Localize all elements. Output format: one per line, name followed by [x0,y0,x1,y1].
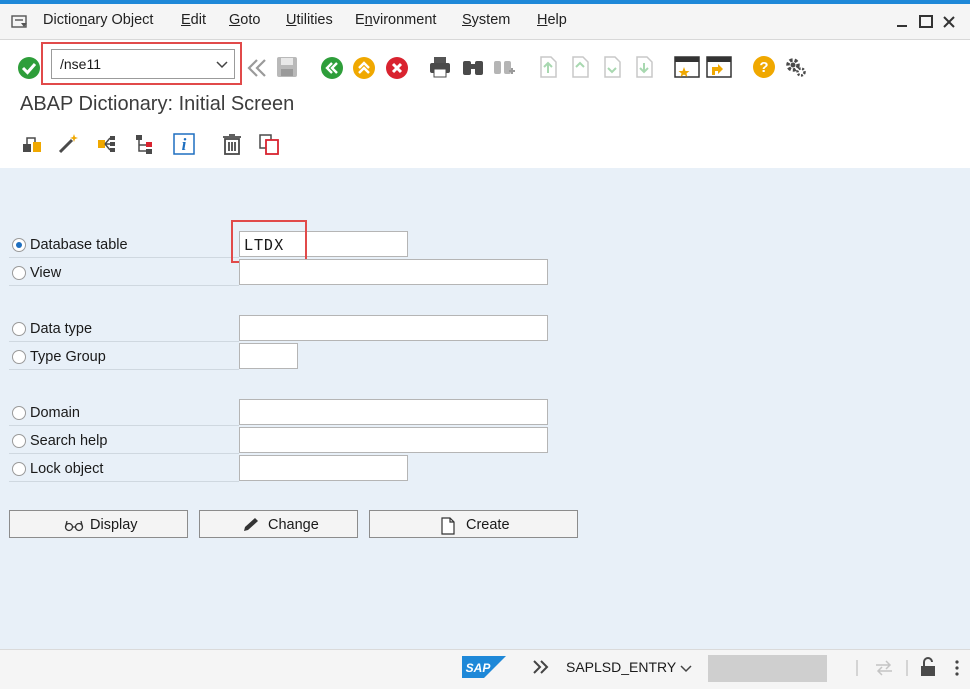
close-icon[interactable] [939,12,959,32]
menu-environment[interactable]: Environment [355,12,436,28]
info-icon[interactable]: i [172,132,196,156]
lock-object-input[interactable] [239,455,408,481]
row-type-group: Type Group [9,343,239,370]
enter-check-icon[interactable] [17,56,41,80]
find-binoculars-icon[interactable] [461,55,485,79]
swap-icon[interactable] [874,660,894,676]
separator-icon [856,660,858,676]
row-lock-object: Lock object [9,455,239,482]
row-search-help: Search help [9,427,239,454]
previous-page-icon[interactable] [568,55,592,79]
row-database-table: Database table [9,231,239,258]
exit-icon[interactable] [352,56,376,80]
menu-dictionary-object[interactable]: Dictionary Object [43,12,153,28]
minimize-icon[interactable] [893,12,913,32]
domain-input[interactable] [239,399,548,425]
svg-text:i: i [182,135,187,154]
generate-shortcut-icon[interactable] [706,55,732,79]
label-search-help: Search help [30,433,108,449]
sap-logo-icon: SAP [462,656,506,678]
label-data-type: Data type [30,321,93,337]
program-name: SAPLSD_ENTRY [566,659,677,675]
more-options-icon[interactable] [948,658,966,678]
search-help-input[interactable] [239,427,548,453]
radio-data-type[interactable] [12,322,26,336]
label-view: View [30,265,62,281]
sap-logo-text: SAP [466,661,492,675]
magic-wand-icon[interactable] [56,132,80,156]
radio-view[interactable] [12,266,26,280]
expand-status-icon[interactable] [531,658,551,676]
save-icon[interactable] [275,55,299,79]
hierarchy-icon[interactable] [134,132,158,156]
radio-type-group[interactable] [12,350,26,364]
label-database-table: Database table [30,237,128,253]
label-lock-object: Lock object [30,461,104,477]
delete-trash-icon[interactable] [220,132,244,156]
copy-icon[interactable] [257,132,281,156]
radio-database-table[interactable] [12,238,26,252]
separator-icon [906,660,908,676]
row-domain: Domain [9,399,239,426]
system-info-redacted [708,655,827,682]
data-type-input[interactable] [239,315,548,341]
create-button-label: Create [466,517,510,533]
change-button[interactable]: Change [199,510,358,538]
radio-domain[interactable] [12,406,26,420]
print-icon[interactable] [428,55,452,79]
view-input[interactable] [239,259,548,285]
label-type-group: Type Group [30,349,106,365]
display-button[interactable]: Display [9,510,188,538]
other-object-icon[interactable] [20,132,44,156]
pencil-icon [244,518,258,531]
menu-help[interactable]: Help [537,12,567,28]
display-button-label: Display [90,517,138,533]
menu-bar: Dictionary Object Edit Goto Utilities En… [0,4,970,40]
find-next-icon[interactable] [492,55,516,79]
maximize-icon[interactable] [916,12,936,32]
menu-icon[interactable] [11,14,29,30]
page-title: ABAP Dictionary: Initial Screen [20,93,295,115]
menu-edit[interactable]: Edit [181,12,206,28]
row-view: View [9,259,239,286]
lock-icon[interactable] [918,656,938,678]
highlight-database-table-input [231,220,307,263]
menu-system[interactable]: System [462,12,510,28]
svg-text:?: ? [759,59,768,76]
radio-search-help[interactable] [12,434,26,448]
label-domain: Domain [30,405,80,421]
row-data-type: Data type [9,315,239,342]
glasses-icon [64,520,84,532]
new-document-icon [441,517,455,535]
back-double-chevron-icon[interactable] [246,57,268,79]
create-button[interactable]: Create [369,510,578,538]
highlight-command-field [41,42,242,85]
radio-lock-object[interactable] [12,462,26,476]
menu-utilities[interactable]: Utilities [286,12,333,28]
change-button-label: Change [268,517,319,533]
where-used-icon[interactable] [96,132,120,156]
next-page-icon[interactable] [600,55,624,79]
settings-gear-icon[interactable] [784,55,808,79]
first-page-icon[interactable] [536,55,560,79]
menu-goto[interactable]: Goto [229,12,260,28]
type-group-input[interactable] [239,343,298,369]
chevron-down-icon[interactable] [680,662,692,674]
new-session-icon[interactable] [674,55,700,79]
help-icon[interactable]: ? [752,55,776,79]
cancel-icon[interactable] [385,56,409,80]
last-page-icon[interactable] [632,55,656,79]
back-icon[interactable] [320,56,344,80]
